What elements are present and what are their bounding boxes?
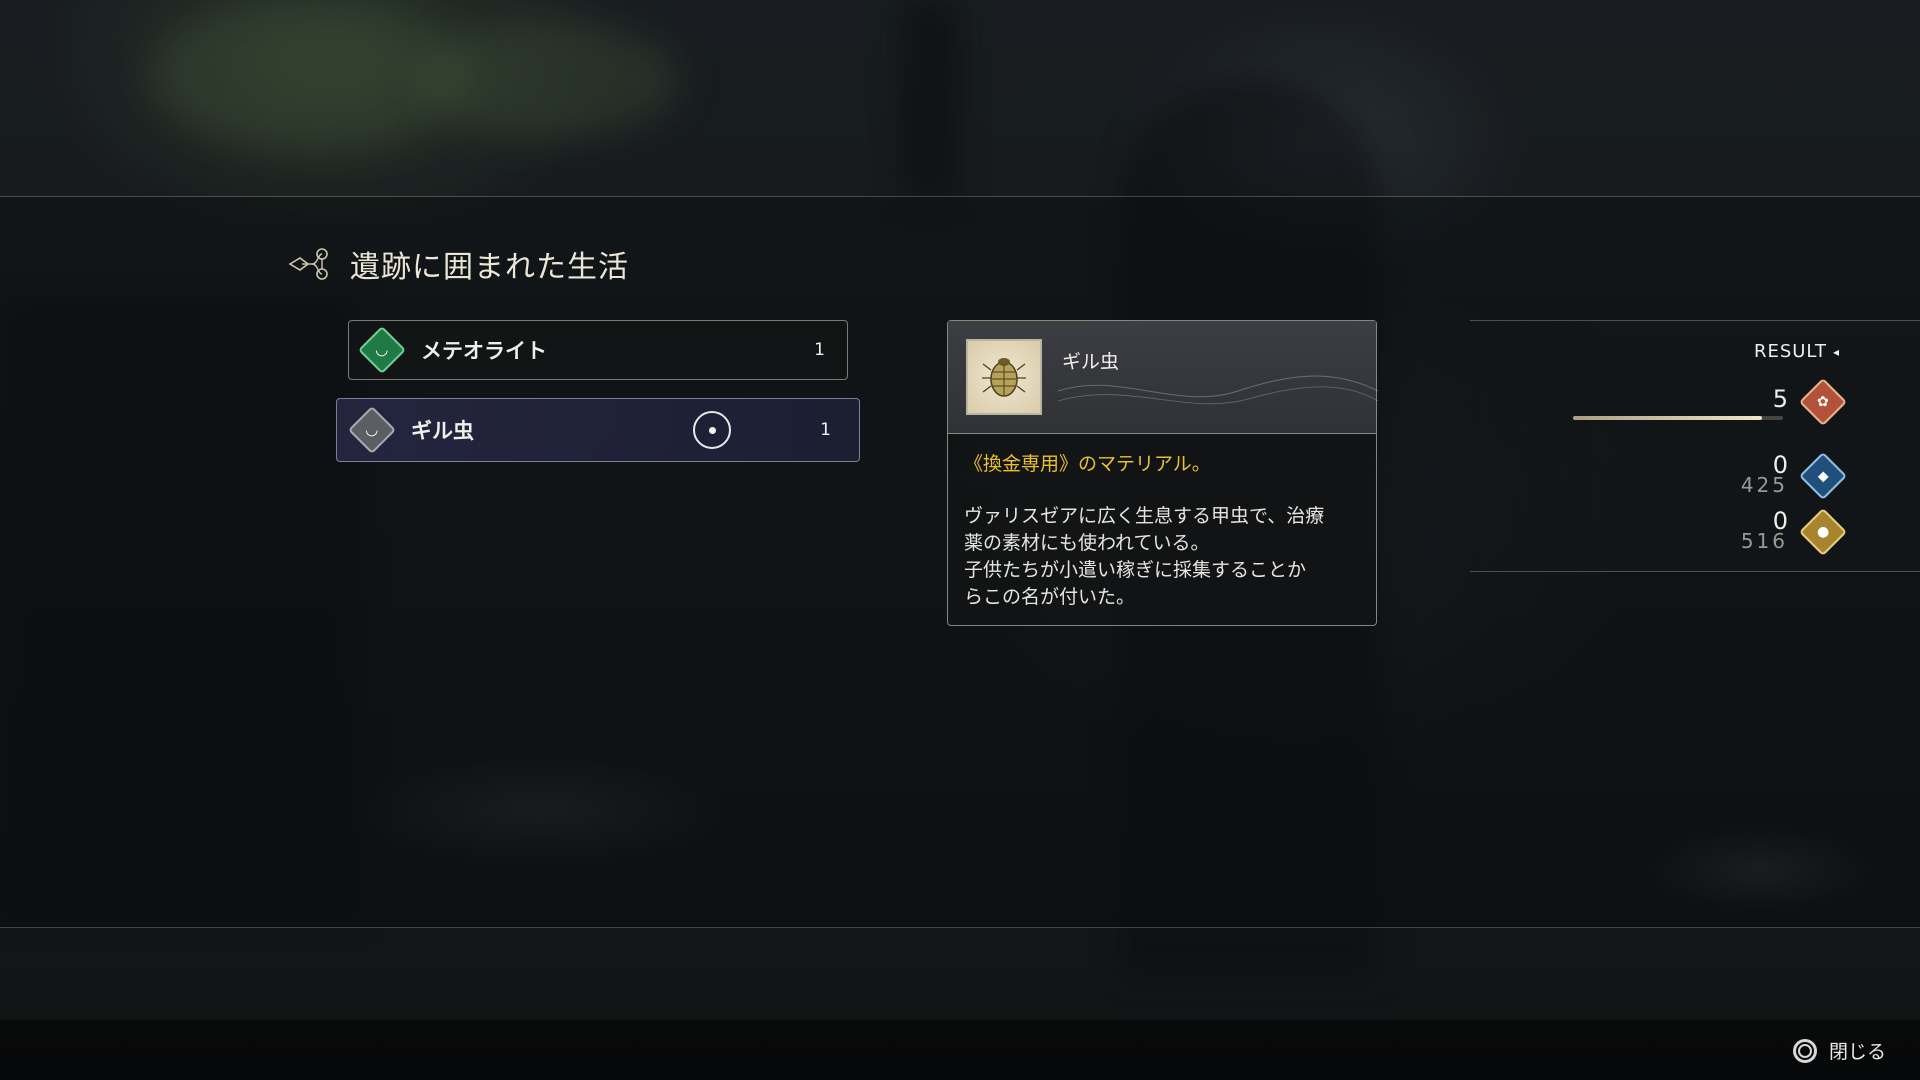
footer-bar [0, 1020, 1920, 1080]
item-name: ギル虫 [411, 419, 474, 443]
item-count: 1 [820, 420, 831, 440]
gold-coin-icon: ● [1798, 507, 1848, 557]
blue-gem-icon: ◆ [1798, 451, 1848, 501]
list-item-meteorite[interactable]: ◡ メテオライト 1 [348, 320, 848, 380]
result-progress-fill [1573, 416, 1762, 420]
detail-header: ギル虫 [948, 321, 1378, 434]
result-title-text: RESULT [1753, 341, 1827, 362]
result-progress-bar [1573, 416, 1783, 420]
detail-item-name: ギル虫 [1062, 351, 1120, 373]
detail-description: ヴァリスゼアに広く生息する甲虫で、治療 薬の素材にも使われている。 子供たちが小… [964, 505, 1325, 608]
list-item-gil-bug[interactable]: ◡ ギル虫 1 [336, 398, 860, 462]
item-count: 1 [814, 340, 825, 360]
result-total: 516 [1740, 529, 1788, 553]
circle-button-icon [1792, 1038, 1817, 1063]
result-total: 425 [1740, 473, 1788, 497]
quest-title: 遺跡に囲まれた生活 [288, 242, 629, 286]
beetle-icon [966, 339, 1042, 415]
quest-title-text: 遺跡に囲まれた生活 [350, 250, 629, 285]
result-arrow-icon: ◂ [1832, 344, 1840, 359]
bowl-icon: ◡ [347, 405, 397, 455]
detail-tag: 《換金専用》のマテリアル。 [964, 453, 1211, 475]
top-shade [0, 0, 1920, 196]
bottom-divider [0, 927, 1920, 928]
bowl-icon: ◡ [357, 325, 407, 375]
ornate-emblem-icon [288, 248, 328, 280]
red-gem-icon: ✿ [1798, 377, 1848, 427]
item-detail-panel: ギル虫 《換金専用》のマテリアル。 ヴァリスゼアに広く生息する甲虫で、治療 薬の… [947, 320, 1378, 626]
top-divider [0, 196, 1920, 197]
result-title: RESULT ◂ [1754, 341, 1840, 362]
close-button[interactable]: 閉じる [1792, 1037, 1886, 1064]
result-panel: RESULT ◂ 5 ✿ 0 425 ◆ 0 516 ● [1470, 320, 1920, 572]
item-name: メテオライト [421, 339, 547, 363]
result-value: 5 [1772, 385, 1788, 413]
close-label: 閉じる [1828, 1041, 1886, 1063]
selection-cursor-icon [693, 411, 731, 449]
